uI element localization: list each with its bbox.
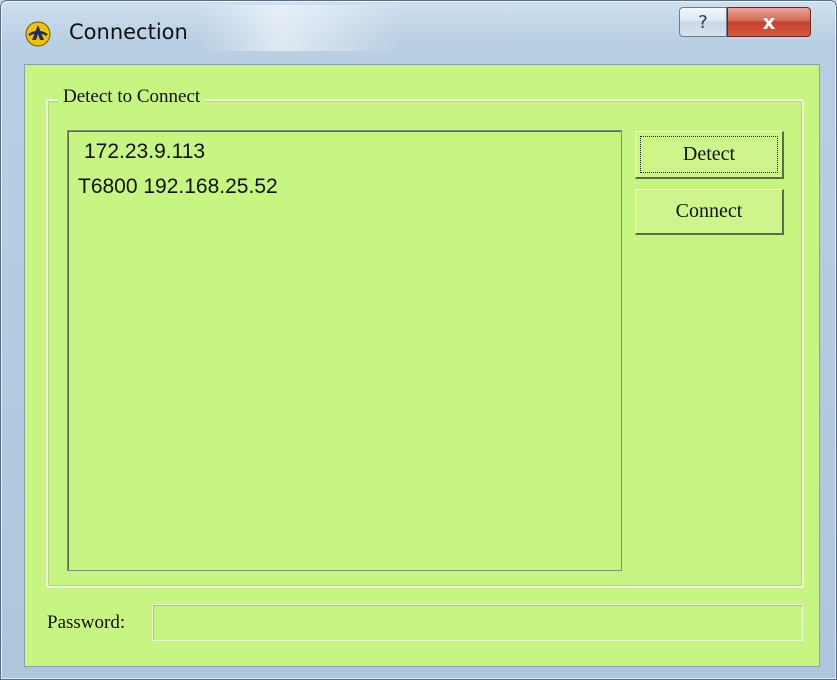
password-label: Password: [47, 612, 126, 633]
help-icon: ? [698, 11, 708, 33]
app-logo-icon [23, 19, 53, 49]
close-icon: x [762, 10, 776, 34]
device-listbox[interactable]: 172.23.9.113 T6800 192.168.25.52 [67, 130, 622, 571]
groupbox-label: Detect to Connect [58, 86, 206, 108]
connect-button[interactable]: Connect [635, 189, 784, 235]
focus-rectangle [640, 136, 778, 173]
titlebar-glare [201, 5, 401, 51]
close-button[interactable]: x [727, 7, 811, 37]
list-item[interactable]: 172.23.9.113 [84, 140, 205, 164]
detect-button[interactable]: Detect [635, 131, 784, 179]
help-button[interactable]: ? [679, 7, 727, 37]
list-item[interactable]: T6800 192.168.25.52 [78, 175, 278, 199]
window-title: Connection [69, 20, 188, 44]
password-field[interactable] [152, 604, 803, 641]
connect-button-label: Connect [675, 200, 743, 222]
